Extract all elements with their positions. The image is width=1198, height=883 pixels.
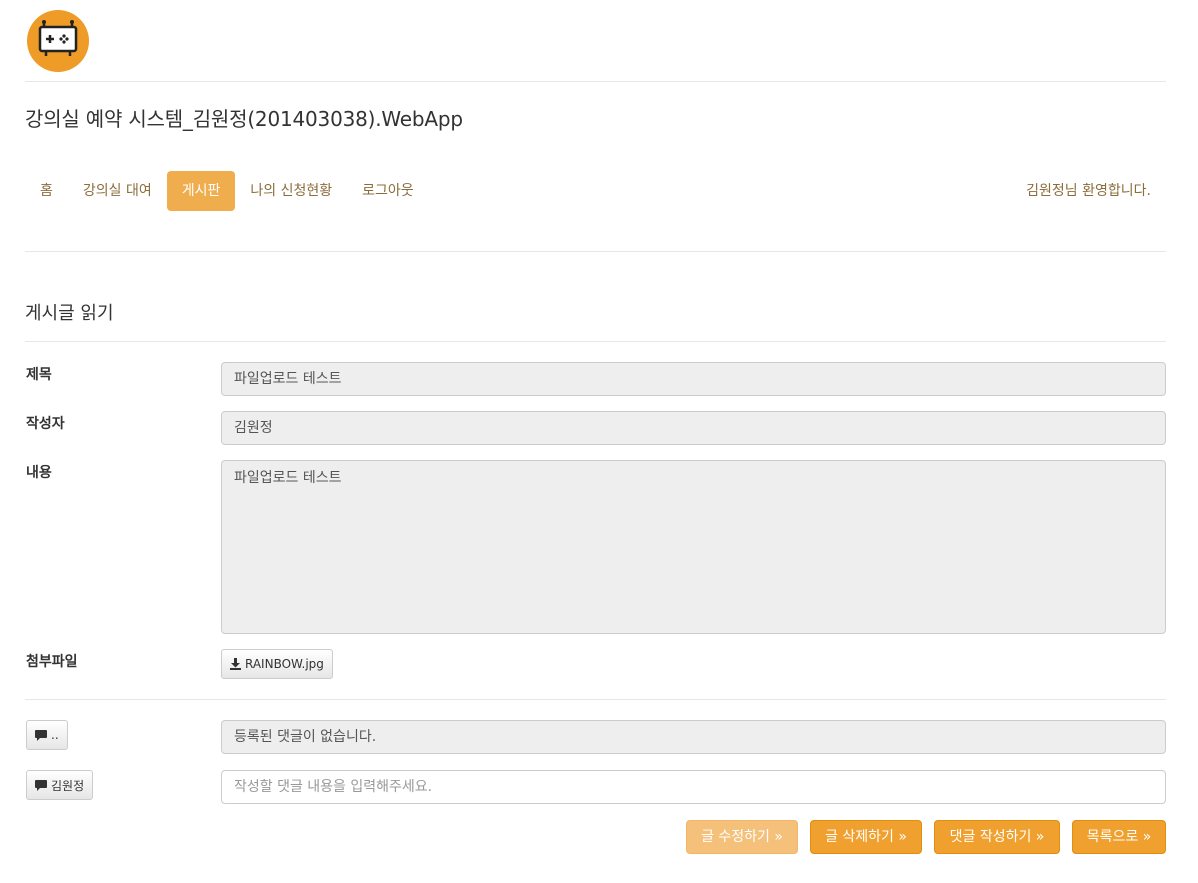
attachment-label: 첨부파일 xyxy=(26,654,78,670)
nav-divider xyxy=(25,251,1166,252)
nav-item-room-rental[interactable]: 강의실 대여 xyxy=(68,171,167,211)
content-label: 내용 xyxy=(26,465,52,481)
nav-item-my-applications[interactable]: 나의 신청현황 xyxy=(235,171,347,211)
comment-icon xyxy=(35,729,47,741)
back-to-list-button[interactable]: 목록으로 » xyxy=(1072,820,1166,854)
attachment-filename: RAINBOW.jpg xyxy=(245,657,324,671)
nav-item-logout[interactable]: 로그아웃 xyxy=(347,171,429,211)
comments-divider xyxy=(25,699,1166,700)
download-icon xyxy=(230,658,241,670)
game-controller-board-icon xyxy=(38,20,78,56)
nav-item-board[interactable]: 게시판 xyxy=(166,171,236,211)
title-divider xyxy=(25,341,1166,342)
content-field: 파일업로드 테스트 xyxy=(221,460,1166,634)
title-field: 파일업로드 테스트 xyxy=(221,362,1166,396)
comment-toggle-label: .. xyxy=(51,728,59,742)
comment-toggle-button[interactable]: .. xyxy=(26,720,68,750)
comment-author-label: 김원정 xyxy=(51,778,85,793)
author-label: 작성자 xyxy=(26,416,65,432)
comment-icon xyxy=(35,779,47,791)
comment-input[interactable] xyxy=(221,770,1166,804)
nav-item-home[interactable]: 홈 xyxy=(25,171,68,211)
comment-list-empty: 등록된 댓글이 없습니다. xyxy=(221,720,1166,754)
main-nav: 홈 강의실 대여 게시판 나의 신청현황 로그아웃 xyxy=(25,171,429,211)
site-logo[interactable] xyxy=(27,10,89,72)
attachment-download-button[interactable]: RAINBOW.jpg xyxy=(221,649,333,679)
author-field: 김원정 xyxy=(221,411,1166,445)
title-label: 제목 xyxy=(26,367,52,383)
page-title: 게시글 읽기 xyxy=(25,303,114,324)
delete-post-button[interactable]: 글 삭제하기 » xyxy=(810,820,922,854)
edit-post-button[interactable]: 글 수정하기 » xyxy=(686,820,798,854)
welcome-message: 김원정님 환영합니다. xyxy=(1026,183,1151,199)
write-comment-button[interactable]: 댓글 작성하기 » xyxy=(934,820,1060,854)
comment-author-button[interactable]: 김원정 xyxy=(26,770,94,800)
app-title: 강의실 예약 시스템_김원정(201403038).WebApp xyxy=(25,107,463,131)
header-divider xyxy=(25,81,1166,82)
